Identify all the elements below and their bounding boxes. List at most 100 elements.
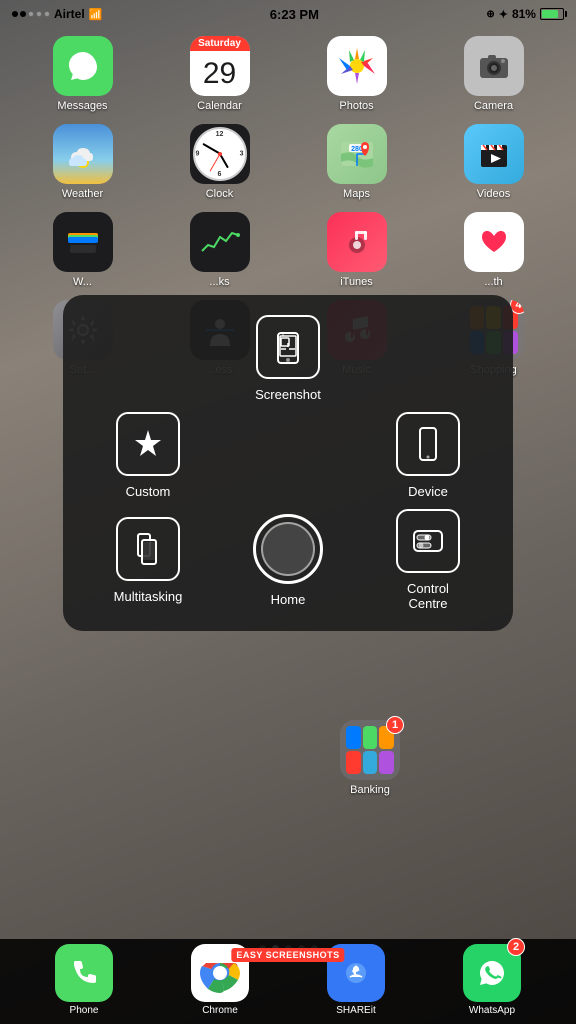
status-left: Airtel 📶	[12, 7, 102, 21]
app-camera-icon	[464, 36, 524, 96]
at-device-icon	[396, 412, 460, 476]
calendar-date: 29	[190, 51, 250, 96]
at-controlcentre-label: Control Centre	[407, 581, 449, 611]
at-custom[interactable]: Custom	[116, 412, 180, 499]
app-videos-icon	[464, 124, 524, 184]
app-photos-icon	[327, 36, 387, 96]
app-clock-icon: 12 3 6 9	[190, 124, 250, 184]
app-banking-label: Banking	[350, 784, 390, 796]
signal-dot-1	[12, 11, 18, 17]
app-calendar-icon: Saturday 29	[190, 36, 250, 96]
signal-dots	[12, 11, 50, 17]
itunes-svg	[338, 223, 376, 261]
banking-mini-6	[379, 751, 394, 774]
app-health[interactable]: ...th	[431, 212, 556, 288]
status-right: ⊕ ✦ 81%	[486, 7, 564, 21]
banking-mini-2	[363, 726, 378, 749]
app-maps-icon: 280	[327, 124, 387, 184]
app-photos-label: Photos	[339, 100, 373, 112]
app-stocks[interactable]: ...ks	[157, 212, 282, 288]
wifi-icon: 📶	[89, 8, 103, 21]
dock-phone-icon	[55, 944, 113, 1002]
dock-whatsapp-label: WhatsApp	[469, 1005, 515, 1016]
app-wallet-icon	[53, 212, 113, 272]
dock-shareit-label: SHAREit	[336, 1005, 375, 1016]
app-stocks-icon	[190, 212, 250, 272]
calendar-inner: Saturday 29	[190, 36, 250, 96]
clock-face: 12 3 6 9	[193, 127, 247, 181]
app-banking-icon: 1	[340, 720, 400, 780]
banking-mini-4	[346, 751, 361, 774]
signal-dot-4	[36, 11, 42, 17]
app-itunes[interactable]: iTunes	[294, 212, 419, 288]
at-home[interactable]: Home	[253, 514, 323, 607]
app-camera-label: Camera	[474, 100, 513, 112]
app-messages-label: Messages	[57, 100, 107, 112]
dock-phone-label: Phone	[70, 1005, 99, 1016]
at-custom-icon	[116, 412, 180, 476]
app-banking-folder[interactable]: 1 Banking	[340, 720, 400, 796]
app-camera[interactable]: Camera	[431, 36, 556, 112]
at-custom-label: Custom	[126, 484, 171, 499]
at-multitasking[interactable]: Multitasking	[114, 517, 183, 604]
dock-whatsapp-icon: 2	[463, 944, 521, 1002]
clock-3: 3	[240, 151, 244, 158]
app-maps-label: Maps	[343, 188, 370, 200]
status-bar: Airtel 📶 6:23 PM ⊕ ✦ 81%	[0, 0, 576, 28]
dock-phone[interactable]: Phone	[55, 944, 113, 1016]
battery-fill	[542, 10, 558, 18]
at-home-button[interactable]	[253, 514, 323, 584]
app-weather[interactable]: Weather	[20, 124, 145, 200]
at-multitasking-icon	[116, 517, 180, 581]
messages-svg	[65, 48, 101, 84]
banking-mini-1	[346, 726, 361, 749]
whatsapp-badge: 2	[507, 938, 525, 956]
bluetooth-icon: ✦	[499, 8, 508, 21]
custom-svg	[130, 426, 166, 462]
battery-icon	[540, 8, 564, 20]
clock-6: 6	[218, 171, 222, 178]
app-health-label: ...th	[484, 276, 502, 288]
screen-rotation-icon: ⊕	[486, 9, 494, 20]
signal-dot-5	[44, 11, 50, 17]
app-health-icon	[464, 212, 524, 272]
app-videos[interactable]: Videos	[431, 124, 556, 200]
at-device[interactable]: Device	[396, 412, 460, 499]
signal-dot-3	[28, 11, 34, 17]
screenshot-svg	[270, 329, 306, 365]
device-svg	[410, 426, 446, 462]
app-photos[interactable]: Photos	[294, 36, 419, 112]
app-weather-label: Weather	[62, 188, 103, 200]
app-calendar[interactable]: Saturday 29 Calendar	[157, 36, 282, 112]
app-weather-icon	[53, 124, 113, 184]
camera-svg	[476, 48, 512, 84]
dock-whatsapp[interactable]: 2 WhatsApp	[463, 944, 521, 1016]
at-controlcentre-icon	[396, 509, 460, 573]
signal-dot-2	[20, 11, 26, 17]
app-clock[interactable]: 12 3 6 9 Clock	[157, 124, 282, 200]
at-device-label: Device	[408, 484, 448, 499]
app-itunes-icon	[327, 212, 387, 272]
app-wallet[interactable]: W...	[20, 212, 145, 288]
at-home-inner	[261, 522, 315, 576]
at-controlcentre[interactable]: Control Centre	[396, 509, 460, 611]
status-time: 6:23 PM	[270, 7, 319, 22]
at-screenshot[interactable]: Screenshot	[255, 315, 321, 402]
clock-9: 9	[196, 151, 200, 158]
app-maps[interactable]: 280 Maps	[294, 124, 419, 200]
calendar-month: Saturday	[190, 36, 250, 51]
maps-svg: 280	[337, 134, 377, 174]
clock-center	[218, 152, 222, 156]
app-stocks-label: ...ks	[209, 276, 229, 288]
app-messages[interactable]: Messages	[20, 36, 145, 112]
app-calendar-label: Calendar	[197, 100, 242, 112]
wallet-svg	[64, 223, 102, 261]
controlcentre-svg	[410, 523, 446, 559]
app-wallet-label: W...	[73, 276, 92, 288]
photos-svg	[335, 44, 379, 88]
multitasking-svg	[130, 531, 166, 567]
whatsapp-svg	[474, 955, 510, 991]
videos-svg	[475, 135, 513, 173]
at-home-label: Home	[271, 592, 306, 607]
second-hand	[209, 154, 220, 172]
